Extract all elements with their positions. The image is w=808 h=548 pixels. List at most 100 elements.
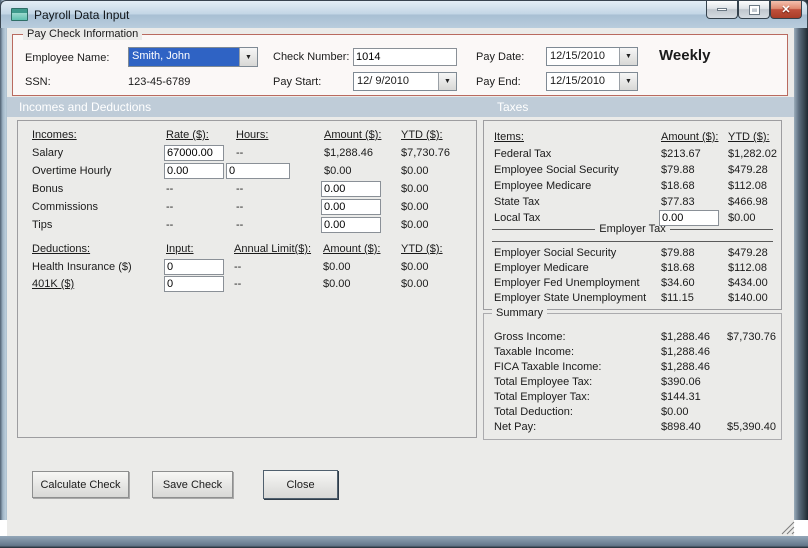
tax-employer-social-security-amount: $79.88 [661,247,695,259]
deduction-health-insurance-ytd: $0.00 [401,261,429,273]
income-bonus-ytd: $0.00 [401,183,429,195]
summary-total-employee-tax-label: Total Employee Tax: [494,376,593,388]
summary-total-employee-tax-amount: $390.06 [661,376,701,388]
income-tips-amount-input[interactable] [321,217,381,233]
pay-start-label: Pay Start: [273,76,322,88]
income-tips-ytd: $0.00 [401,219,429,231]
summary-total-deduction-amount: $0.00 [661,406,689,418]
employer-tax-subheader: Employer Tax [492,223,773,235]
income-commissions-amount-input[interactable] [321,199,381,215]
deduction-401k-input-input[interactable] [164,276,224,292]
minimize-button[interactable] [706,1,738,19]
incomes-header-rate: Rate ($): [166,129,209,141]
deduction-401k-amount: $0.00 [323,278,351,290]
summary-net-pay-label: Net Pay: [494,421,537,433]
check-number-label: Check Number: [273,51,350,63]
income-bonus-rate: -- [166,183,174,195]
title-bar[interactable]: Payroll Data Input ✕ [0,0,808,28]
dropdown-arrow-icon[interactable]: ▼ [619,73,637,90]
deduction-health-insurance-input-input[interactable] [164,259,224,275]
dropdown-arrow-icon[interactable]: ▼ [438,73,456,90]
pay-frequency-label: Weekly [659,47,711,64]
taxes-header-amount: Amount ($): [661,131,719,143]
tax-employer-state-unemployment-label: Employer State Unemployment [494,292,647,304]
income-commissions-ytd: $0.00 [401,201,429,213]
check-number-input[interactable] [353,48,457,66]
tax-employer-fed-unemployment-label: Employer Fed Unemployment [494,277,640,289]
summary-total-employer-tax-label: Total Employer Tax: [494,391,590,403]
summary-total-deduction-label: Total Deduction: [494,406,573,418]
deductions-header-amount: Amount ($): [323,243,381,255]
close-button[interactable]: ✕ [770,1,802,19]
income-commissions-rate: -- [166,201,174,213]
income-tips-hours: -- [236,219,244,231]
resize-grip[interactable] [780,521,796,535]
pay-start-value: 12/ 9/2010 [357,75,409,87]
tax-federal-tax-ytd: $1,282.02 [728,148,777,160]
tax-employer-medicare-label: Employer Medicare [494,262,589,274]
dialog-body: Pay Check Information Employee Name: Smi… [7,28,794,536]
incomes-deductions-section-title: Incomes and Deductions [19,100,152,114]
deductions-header-ytd: YTD ($): [401,243,443,255]
summary-taxable-income-amount: $1,288.46 [661,346,710,358]
tax-federal-tax-amount: $213.67 [661,148,701,160]
tax-employer-fed-unemployment-amount: $34.60 [661,277,695,289]
summary-gross-income-ytd: $7,730.76 [727,331,776,343]
maximize-button[interactable] [738,1,770,19]
deduction-401k-label: 401K ($) [32,278,75,290]
incomes-header-amount: Amount ($): [324,129,382,141]
incomes-deductions-panel: Incomes: Rate ($): Hours: Amount ($): YTD ($… [17,120,477,438]
summary-legend: Summary [492,307,548,319]
tax-employee-medicare-label: Employee Medicare [494,180,592,192]
employee-name-label: Employee Name: [25,52,110,64]
income-commissions-hours: -- [236,201,244,213]
incomes-header-ytd: YTD ($): [401,129,443,141]
taxes-panel: Employer Tax Items: Amount ($): YTD ($): Fe… [483,120,782,310]
deduction-401k-ytd: $0.00 [401,278,429,290]
tax-employer-state-unemployment-ytd: $140.00 [728,292,768,304]
pay-end-picker[interactable]: 12/15/2010 ▼ [546,72,638,91]
ssn-label: SSN: [25,76,51,88]
save-check-button[interactable]: Save Check [152,471,233,498]
divider [492,228,596,230]
tax-employee-medicare-amount: $18.68 [661,180,695,192]
summary-total-employer-tax-amount: $144.31 [661,391,701,403]
minimize-icon [717,8,727,11]
income-overtime-hourly-hours-input[interactable] [226,163,290,179]
incomes-header-label: Incomes: [32,129,77,141]
income-overtime-hourly-rate-input[interactable] [164,163,224,179]
divider [669,228,773,230]
deduction-health-insurance-annual-limit: -- [234,261,242,273]
section-header-bar: Incomes and Deductions Taxes [7,97,794,117]
employee-name-select[interactable]: Smith, John ▼ [128,47,258,67]
tax-local-tax-amount-input[interactable] [659,210,719,226]
paycheck-info-legend: Pay Check Information [23,28,143,40]
tax-employer-social-security-ytd: $479.28 [728,247,768,259]
tax-employee-social-security-ytd: $479.28 [728,164,768,176]
tax-state-tax-amount: $77.83 [661,196,695,208]
tax-employer-state-unemployment-amount: $11.15 [661,292,694,304]
tax-state-tax-ytd: $466.98 [728,196,768,208]
income-salary-amount: $1,288.46 [324,147,373,159]
pay-start-picker[interactable]: 12/ 9/2010 ▼ [353,72,457,91]
dropdown-arrow-icon[interactable]: ▼ [619,48,637,65]
pay-date-label: Pay Date: [476,51,525,63]
income-bonus-amount-input[interactable] [321,181,381,197]
tax-employer-medicare-amount: $18.68 [661,262,695,274]
summary-fica-taxable-income-label: FICA Taxable Income: [494,361,602,373]
pay-date-picker[interactable]: 12/15/2010 ▼ [546,47,638,66]
deductions-header-annual-limit: Annual Limit($): [234,243,312,255]
income-tips-rate: -- [166,219,174,231]
taxes-header-ytd: YTD ($): [728,131,770,143]
employer-tax-label: Employer Tax [599,223,666,235]
dropdown-arrow-icon[interactable]: ▼ [239,48,257,66]
income-salary-rate-input[interactable] [164,145,224,161]
summary-net-pay-ytd: $5,390.40 [727,421,776,433]
deductions-header-label: Deductions: [32,243,91,255]
taxes-header-label: Items: [494,131,524,143]
tax-state-tax-label: State Tax [494,196,540,208]
calculate-check-button[interactable]: Calculate Check [32,471,129,498]
close-dialog-button[interactable]: Close [263,470,338,499]
close-icon: ✕ [781,4,791,16]
tax-federal-tax-label: Federal Tax [494,148,552,160]
